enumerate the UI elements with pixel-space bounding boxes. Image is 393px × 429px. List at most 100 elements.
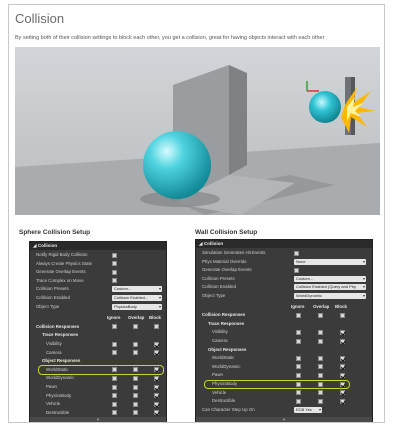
camera-ignore-checkbox[interactable]	[112, 350, 117, 356]
vehicle-overlap-checkbox[interactable]	[133, 401, 138, 407]
visibility-overlap-checkbox[interactable]	[133, 341, 138, 347]
property-row-phys-material-override: Phys Material Override None	[196, 258, 372, 266]
response-label: WorldDynamic	[212, 363, 241, 369]
pawn-overlap-checkbox[interactable]	[318, 372, 323, 378]
property-label: Simulation Generates Hit Events	[202, 250, 266, 255]
pawn-ignore-checkbox[interactable]	[296, 372, 301, 378]
property-row-simulation-generates-hit-events: Simulation Generates Hit Events	[196, 249, 372, 257]
worldstatic-overlap-checkbox[interactable]	[318, 355, 323, 361]
worldstatic-ignore-checkbox[interactable]	[296, 355, 301, 361]
object-type-dropdown[interactable]: PhysicsBody	[112, 303, 162, 310]
trace-responses-header: Trace Responses	[30, 331, 166, 339]
camera-overlap-checkbox[interactable]	[133, 350, 138, 356]
scroll-down-handle[interactable]: ▼	[30, 417, 166, 422]
column-header-ignore: Ignore	[291, 303, 305, 309]
collision-responses-ignore-checkbox[interactable]	[296, 312, 301, 318]
response-label: Visibility	[212, 329, 228, 335]
worlddynamic-ignore-checkbox[interactable]	[112, 375, 117, 381]
can-character-step-up-dropdown[interactable]: ECB Yes	[294, 406, 322, 413]
response-label: Visibility	[46, 341, 62, 346]
visibility-ignore-checkbox[interactable]	[296, 329, 301, 335]
property-row-generate-overlap-events: Generate Overlap Events	[30, 268, 166, 276]
property-label: Generate Overlap Events	[36, 269, 86, 275]
response-row-pawn: Pawn	[30, 383, 166, 391]
vehicle-ignore-checkbox[interactable]	[296, 390, 301, 396]
collision-responses-label: Collision Responses	[202, 312, 246, 318]
visibility-ignore-checkbox[interactable]	[112, 341, 117, 347]
collision-responses-label: Collision Responses	[36, 323, 80, 329]
wall-section-title: Wall Collision Setup	[195, 229, 258, 236]
sphere-collision-panel: ◢ Collision Notify Rigid Body Collision A…	[29, 241, 167, 422]
property-row-object-type: Object Type WorldDynamic	[196, 292, 372, 300]
collision-enabled-dropdown[interactable]: Collision Enabled (Query and Phy	[294, 284, 366, 291]
property-label: Object Type	[36, 303, 60, 309]
vehicle-block-checkbox[interactable]	[340, 390, 345, 396]
trace-complex-on-move-checkbox[interactable]	[112, 278, 117, 284]
vehicle-block-checkbox[interactable]	[154, 401, 159, 407]
object-type-dropdown[interactable]: WorldDynamic	[294, 293, 366, 299]
response-row-visibility: Visibility	[196, 328, 372, 336]
collision-category-header[interactable]: ◢ Collision	[30, 242, 166, 250]
phys-material-override-dropdown[interactable]: None	[294, 258, 366, 265]
notify-rigid-body-collision-checkbox[interactable]	[112, 252, 117, 258]
collision-presets-dropdown[interactable]: Custom...	[294, 275, 366, 282]
response-row-destructible: Destructible	[30, 409, 166, 417]
property-label: Collision Presets	[202, 275, 235, 281]
camera-ignore-checkbox[interactable]	[296, 338, 301, 344]
camera-block-checkbox[interactable]	[154, 350, 159, 356]
worlddynamic-overlap-checkbox[interactable]	[318, 364, 323, 370]
column-header-ignore: Ignore	[107, 315, 121, 321]
object-responses-label: Object Responses	[42, 358, 81, 364]
collision-responses-ignore-checkbox[interactable]	[112, 324, 117, 330]
collision-responses-block-checkbox[interactable]	[340, 312, 345, 318]
object-responses-header: Object Responses	[30, 357, 166, 365]
worlddynamic-overlap-checkbox[interactable]	[133, 375, 138, 381]
visibility-overlap-checkbox[interactable]	[318, 329, 323, 335]
response-row-worlddynamic: WorldDynamic	[196, 363, 372, 371]
response-label: Camera	[46, 349, 62, 355]
worldstatic-block-checkbox[interactable]	[340, 355, 345, 361]
property-label: Notify Rigid Body Collision	[36, 252, 88, 257]
worlddynamic-block-checkbox[interactable]	[340, 364, 345, 370]
pawn-block-checkbox[interactable]	[154, 384, 159, 390]
collision-enabled-dropdown[interactable]: Collision Enabled...	[112, 295, 162, 301]
collision-responses-block-checkbox[interactable]	[154, 324, 159, 330]
property-row-collision-presets: Collision Presets Custom...	[196, 275, 372, 283]
camera-block-checkbox[interactable]	[340, 338, 345, 344]
generate-overlap-events-checkbox[interactable]	[294, 267, 299, 273]
vehicle-overlap-checkbox[interactable]	[318, 390, 323, 396]
scroll-down-handle[interactable]: ▼	[196, 417, 372, 422]
pawn-ignore-checkbox[interactable]	[112, 384, 117, 390]
destructible-ignore-checkbox[interactable]	[296, 398, 301, 404]
always-create-physics-state-checkbox[interactable]	[112, 261, 117, 267]
vehicle-ignore-checkbox[interactable]	[112, 401, 117, 407]
collision-presets-dropdown[interactable]: Custom...	[112, 286, 162, 293]
property-label: Collision Enabled	[36, 295, 70, 300]
physicsbody-ignore-checkbox[interactable]	[112, 393, 117, 399]
generate-overlap-events-checkbox[interactable]	[112, 269, 117, 275]
camera-overlap-checkbox[interactable]	[318, 338, 323, 344]
destructible-overlap-checkbox[interactable]	[133, 410, 138, 416]
visibility-block-checkbox[interactable]	[340, 329, 345, 335]
pawn-overlap-checkbox[interactable]	[133, 384, 138, 390]
simulation-generates-hit-events-checkbox[interactable]	[294, 250, 299, 256]
response-label: Destructible	[212, 398, 236, 404]
object-responses-label: Object Responses	[208, 346, 247, 352]
property-row-generate-overlap-events: Generate Overlap Events	[196, 266, 372, 274]
destructible-block-checkbox[interactable]	[154, 410, 159, 416]
can-character-step-up-label: Can Character Step Up On	[202, 406, 255, 412]
collision-responses-overlap-checkbox[interactable]	[133, 324, 138, 330]
collision-responses-overlap-checkbox[interactable]	[318, 312, 323, 318]
worlddynamic-block-checkbox[interactable]	[154, 375, 159, 381]
collision-category-header[interactable]: ◢ Collision	[196, 240, 372, 248]
worlddynamic-ignore-checkbox[interactable]	[296, 364, 301, 370]
collision-scene-image	[15, 47, 380, 215]
response-label: PhysicsBody	[46, 392, 72, 398]
physicsbody-overlap-checkbox[interactable]	[133, 393, 138, 399]
destructible-overlap-checkbox[interactable]	[318, 398, 323, 404]
physicsbody-block-checkbox[interactable]	[154, 393, 159, 399]
pawn-block-checkbox[interactable]	[340, 372, 345, 378]
visibility-block-checkbox[interactable]	[154, 341, 159, 347]
destructible-ignore-checkbox[interactable]	[112, 410, 117, 416]
destructible-block-checkbox[interactable]	[340, 398, 345, 404]
